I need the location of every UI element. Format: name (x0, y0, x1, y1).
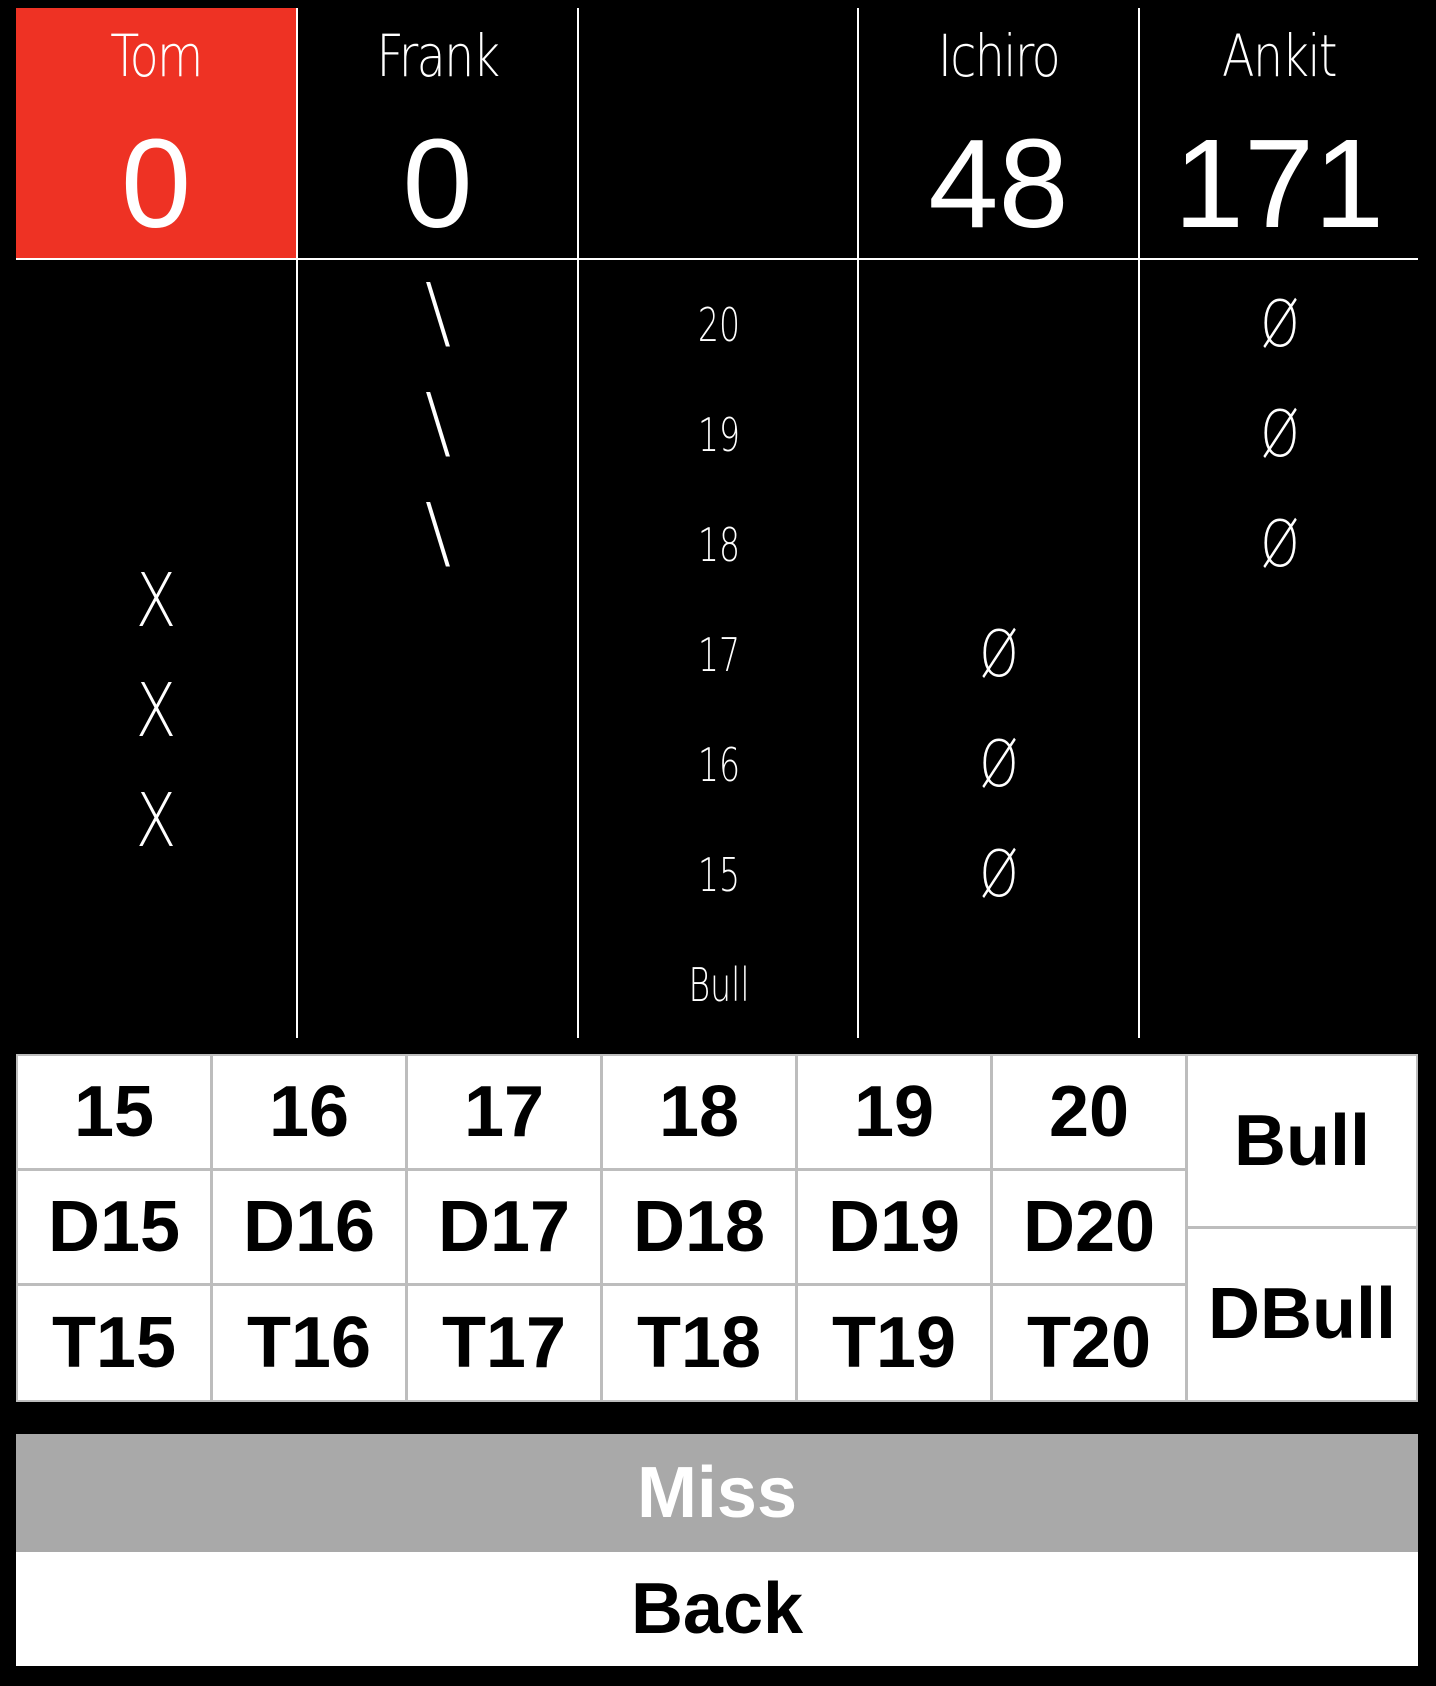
player-name: Tom (110, 22, 203, 90)
ankit-mark-20: Ø (1260, 288, 1300, 362)
key-19[interactable]: 19 (798, 1056, 990, 1168)
player-score: 0 (120, 113, 192, 254)
frank-mark-19: \ (424, 378, 452, 468)
key-d17[interactable]: D17 (408, 1171, 600, 1283)
frank-mark-18: \ (424, 488, 452, 578)
miss-button[interactable]: Miss (16, 1434, 1418, 1552)
ankit-mark-18: Ø (1260, 508, 1300, 582)
key-d16[interactable]: D16 (213, 1171, 405, 1283)
key-t16[interactable]: T16 (213, 1286, 405, 1400)
key-bull[interactable]: Bull (1188, 1056, 1416, 1226)
player-name: Ankit (1222, 22, 1338, 90)
score-keypad: 15 16 17 18 19 20 D15 D16 D17 D18 D19 D2… (16, 1054, 1418, 1402)
scoreboard: Tom 0 Frank 0 Ichiro 48 Ankit 171 X X X … (16, 8, 1418, 1038)
key-18[interactable]: 18 (603, 1056, 795, 1168)
ichiro-mark-16: Ø (979, 728, 1019, 802)
column-divider (857, 8, 859, 1038)
tom-mark-15: X (135, 778, 177, 864)
key-d18[interactable]: D18 (603, 1171, 795, 1283)
target-17: 17 (697, 628, 741, 682)
player-score: 0 (402, 113, 473, 254)
player-frank-header[interactable]: Frank 0 (298, 8, 577, 258)
key-16[interactable]: 16 (213, 1056, 405, 1168)
target-bull: Bull (688, 958, 750, 1012)
key-15[interactable]: 15 (18, 1056, 210, 1168)
key-d20[interactable]: D20 (993, 1171, 1185, 1283)
key-20[interactable]: 20 (993, 1056, 1185, 1168)
tom-mark-16: X (135, 668, 177, 754)
player-name: Frank (376, 22, 500, 90)
header-divider (16, 258, 1418, 260)
ichiro-mark-15: Ø (979, 838, 1019, 912)
key-t18[interactable]: T18 (603, 1286, 795, 1400)
key-t15[interactable]: T15 (18, 1286, 210, 1400)
ichiro-mark-17: Ø (979, 618, 1019, 692)
target-column-header (579, 8, 857, 258)
key-d15[interactable]: D15 (18, 1171, 210, 1283)
key-d19[interactable]: D19 (798, 1171, 990, 1283)
player-tom-header[interactable]: Tom 0 (16, 8, 296, 258)
key-17[interactable]: 17 (408, 1056, 600, 1168)
player-score: 171 (1173, 113, 1385, 254)
target-20: 20 (697, 298, 741, 352)
player-score: 48 (928, 113, 1069, 254)
key-t17[interactable]: T17 (408, 1286, 600, 1400)
target-15: 15 (697, 848, 741, 902)
tom-mark-17: X (135, 558, 177, 644)
key-t20[interactable]: T20 (993, 1286, 1185, 1400)
target-19: 19 (697, 408, 741, 462)
player-ichiro-header[interactable]: Ichiro 48 (859, 8, 1138, 258)
key-t19[interactable]: T19 (798, 1286, 990, 1400)
player-name: Ichiro (937, 22, 1061, 90)
column-divider (1138, 8, 1140, 1038)
back-button[interactable]: Back (16, 1552, 1418, 1666)
target-16: 16 (697, 738, 741, 792)
key-dbull[interactable]: DBull (1188, 1229, 1416, 1400)
player-ankit-header[interactable]: Ankit 171 (1140, 8, 1418, 258)
frank-mark-20: \ (424, 268, 452, 358)
target-18: 18 (697, 518, 741, 572)
ankit-mark-19: Ø (1260, 398, 1300, 472)
